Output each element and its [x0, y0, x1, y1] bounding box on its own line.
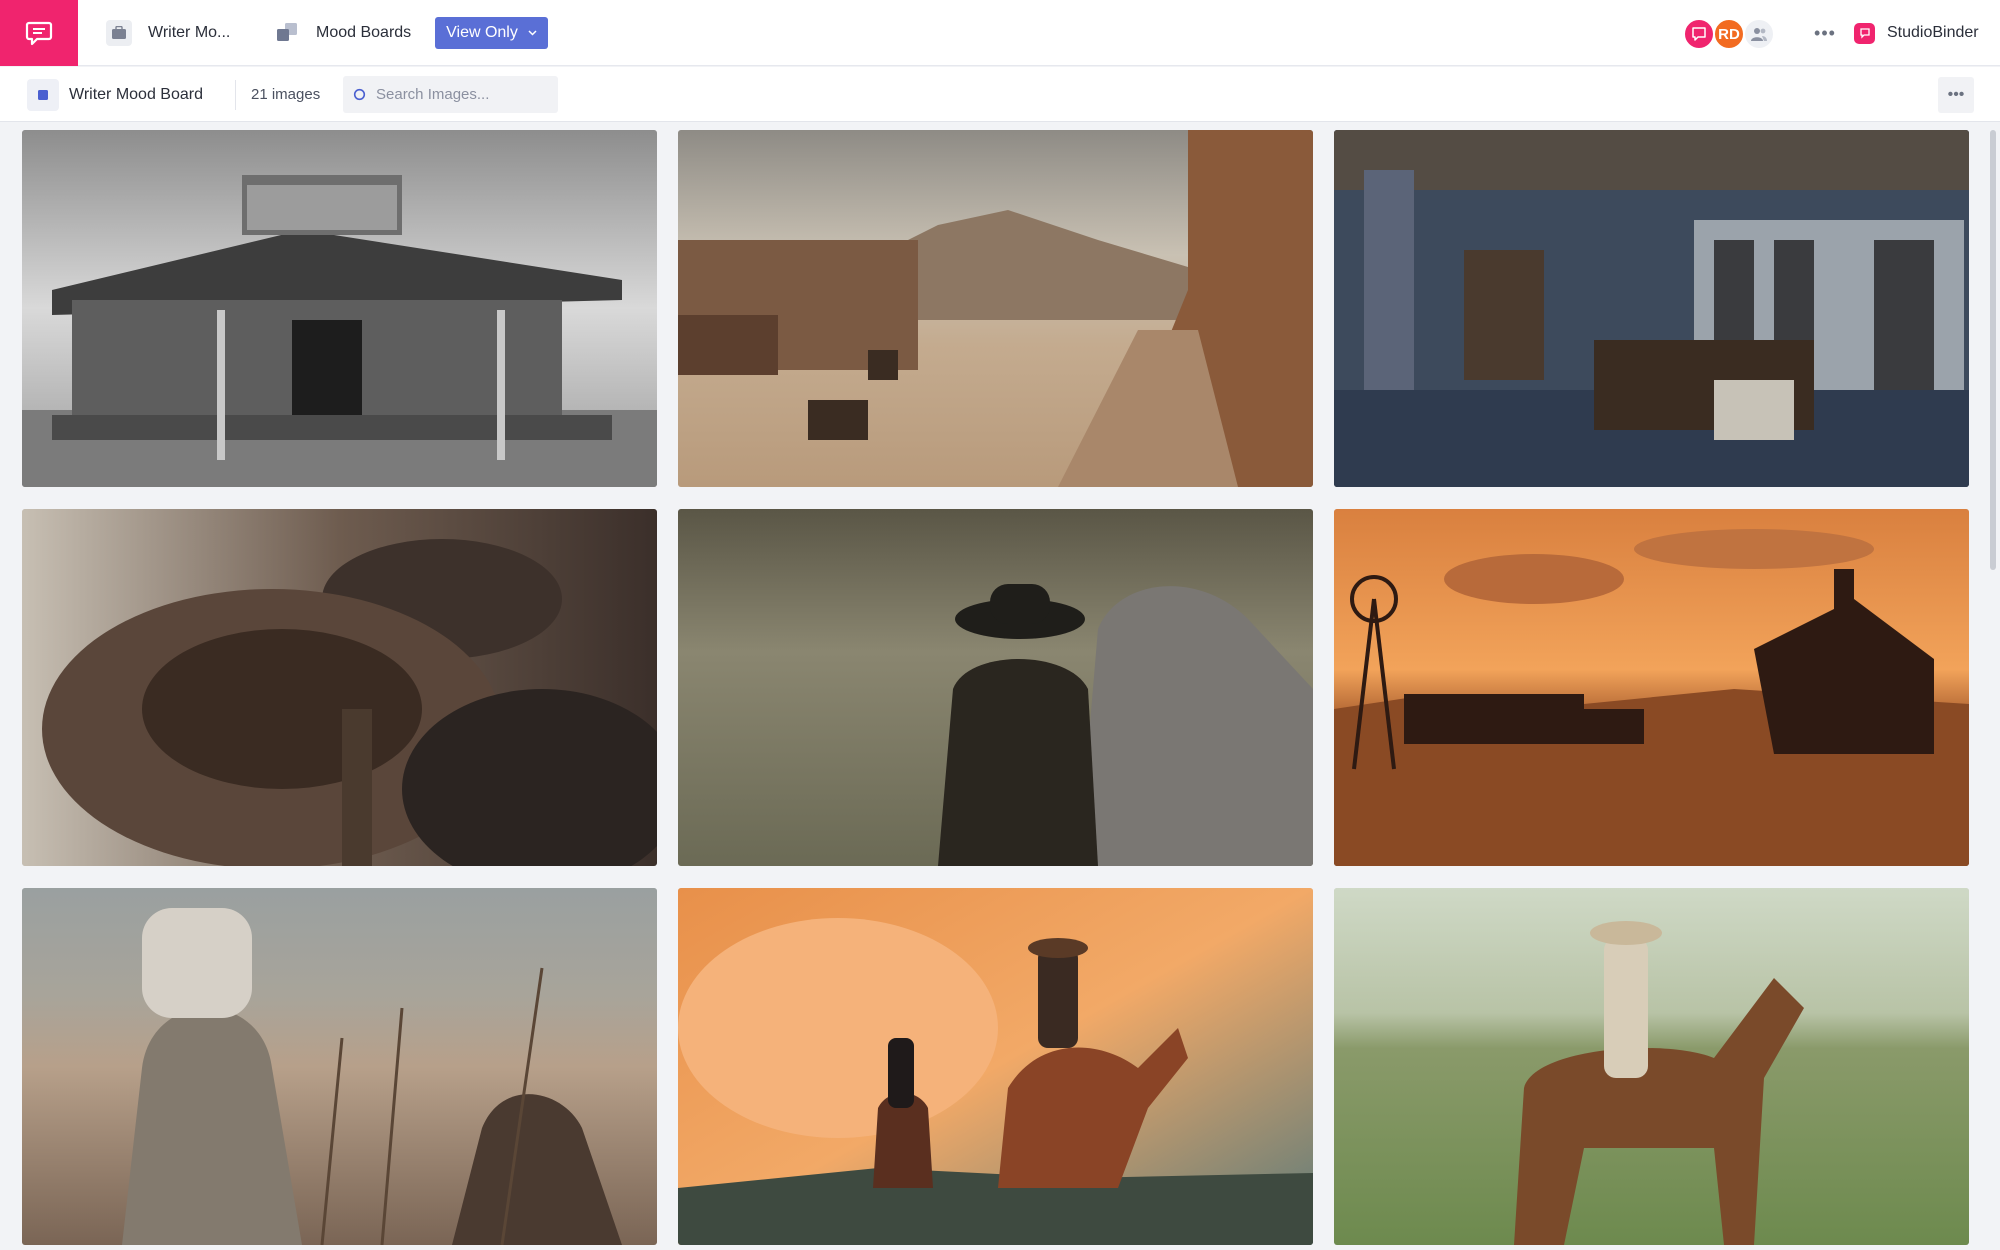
image-card-woman-thistles[interactable]: [22, 888, 657, 1245]
board-options-button[interactable]: •••: [1938, 77, 1974, 113]
image-grid: [22, 130, 1970, 1250]
scrollbar[interactable]: [1990, 130, 1996, 570]
image-card-riders-sunset[interactable]: [678, 888, 1313, 1245]
ellipsis-icon: •••: [1814, 22, 1836, 43]
avatar-initials: RD: [1718, 25, 1740, 43]
breadcrumb-project[interactable]: Writer Mo...: [106, 0, 230, 66]
vintage-cowboy-image: [1334, 888, 1969, 1245]
saloon-image: [22, 130, 657, 487]
mood-board-icon: [276, 22, 298, 44]
toolbar-divider: [235, 80, 236, 110]
image-card-sheriff-office[interactable]: [1334, 130, 1969, 487]
comment-avatar[interactable]: [1683, 18, 1715, 50]
search-icon: [353, 88, 366, 101]
studiobinder-logo-icon: [1854, 22, 1875, 44]
board-title[interactable]: Writer Mood Board: [27, 77, 203, 112]
chat-icon: [1692, 27, 1706, 41]
chevron-down-icon: [528, 30, 537, 36]
image-card-cowboy-horse[interactable]: [678, 509, 1313, 866]
comments-button[interactable]: [0, 0, 78, 66]
image-card-saloon[interactable]: [22, 130, 657, 487]
image-card-vintage-cowboy[interactable]: [1334, 888, 1969, 1245]
search-input[interactable]: [376, 86, 546, 103]
riders-sunset-image: [678, 888, 1313, 1245]
brand-name: StudioBinder: [1887, 24, 1979, 41]
chat-icon: [25, 21, 53, 46]
board-toolbar: Writer Mood Board 21 images •••: [0, 67, 2000, 122]
search-box[interactable]: [343, 76, 558, 113]
briefcase-icon: [106, 20, 132, 46]
studiobinder-account[interactable]: StudioBinder: [1854, 0, 1979, 66]
image-card-saddle[interactable]: [22, 509, 657, 866]
sunset-church-image: [1334, 509, 1969, 866]
project-name: Writer Mo...: [148, 24, 231, 41]
sheriff-office-image: [1334, 130, 1969, 487]
people-icon: [1751, 28, 1767, 41]
top-bar: Writer Mo... Mood Boards View Only RD ••…: [0, 0, 2000, 66]
view-only-dropdown[interactable]: View Only: [435, 17, 548, 49]
cowboy-horse-image: [678, 509, 1313, 866]
board-title-text: Writer Mood Board: [69, 85, 203, 103]
image-card-sunset-church[interactable]: [1334, 509, 1969, 866]
breadcrumb-mood-boards[interactable]: Mood Boards: [276, 0, 411, 66]
saddle-image: [22, 509, 657, 866]
image-count: 21 images: [251, 86, 321, 103]
view-only-label: View Only: [446, 24, 518, 41]
board-icon: [27, 78, 59, 111]
town-street-image: [678, 130, 1313, 487]
ellipsis-icon: •••: [1947, 86, 1965, 103]
image-card-town-street[interactable]: [678, 130, 1313, 487]
section-name: Mood Boards: [316, 24, 412, 41]
user-avatar-rd[interactable]: RD: [1713, 18, 1745, 50]
woman-thistles-image: [22, 888, 657, 1245]
more-options-button[interactable]: •••: [1810, 20, 1840, 46]
collaborator-avatars: RD: [1683, 18, 1775, 50]
team-avatar[interactable]: [1743, 18, 1775, 50]
